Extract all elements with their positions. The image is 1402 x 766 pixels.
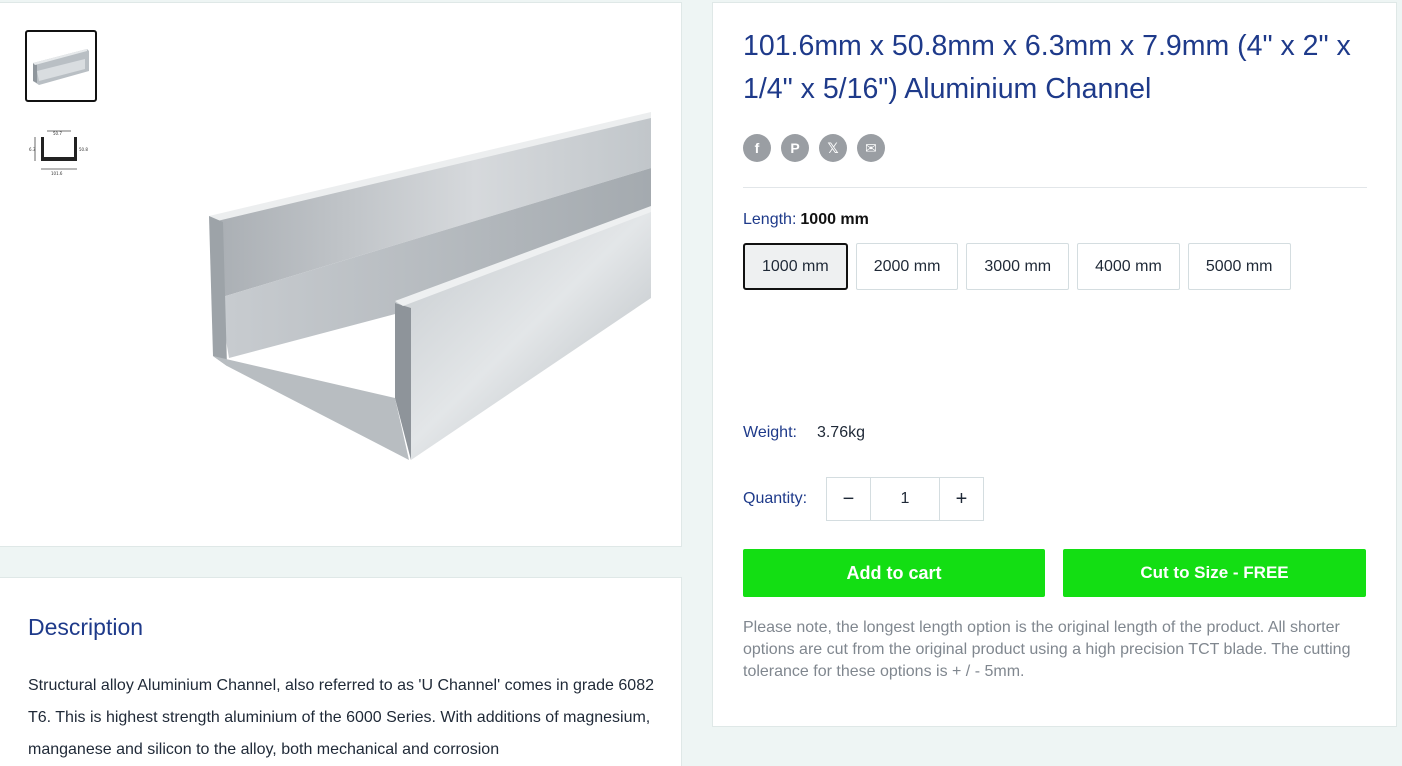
thumbnail-dimension-diagram[interactable]: 50.7 101.6 50.8 6.3: [25, 115, 97, 187]
channel-thumbnail-image: [33, 49, 89, 85]
quantity-label: Quantity:: [743, 490, 808, 507]
quantity-increase-button[interactable]: +: [940, 478, 983, 520]
diagram-label: 50.7: [53, 131, 62, 136]
twitter-x-icon[interactable]: 𝕏: [819, 134, 847, 162]
quantity-stepper: − +: [826, 477, 984, 521]
length-option-5000[interactable]: 5000 mm: [1187, 243, 1291, 290]
length-option-2000[interactable]: 2000 mm: [855, 243, 959, 290]
product-title: 101.6mm x 50.8mm x 6.3mm x 7.9mm (4" x 2…: [743, 30, 1351, 105]
quantity-input[interactable]: [870, 478, 940, 520]
add-to-cart-button[interactable]: Add to cart: [743, 549, 1045, 597]
length-label: Length:: [743, 211, 797, 228]
product-main-image[interactable]: [189, 98, 669, 478]
length-option-3000[interactable]: 3000 mm: [966, 243, 1070, 290]
weight-row: Weight: 3.76kg: [743, 424, 865, 442]
weight-label: Weight:: [743, 424, 797, 441]
quantity-decrease-button[interactable]: −: [827, 478, 870, 520]
description-section: Description Structural alloy Aluminium C…: [0, 577, 682, 766]
diagram-label: 6.3: [29, 147, 36, 152]
length-options: 1000 mm 2000 mm 3000 mm 4000 mm 5000 mm: [743, 243, 1291, 290]
description-title: Description: [28, 614, 144, 640]
length-option-1000[interactable]: 1000 mm: [743, 243, 848, 290]
share-buttons: f P 𝕏 ✉: [743, 134, 885, 162]
length-option-4000[interactable]: 4000 mm: [1077, 243, 1180, 290]
facebook-icon[interactable]: f: [743, 134, 771, 162]
diagram-label: 101.6: [51, 171, 63, 176]
weight-value: 3.76kg: [816, 424, 865, 441]
length-selected-value: 1000 mm: [800, 211, 869, 228]
diagram-label: 50.8: [79, 147, 88, 152]
email-icon[interactable]: ✉: [857, 134, 885, 162]
cutting-note: Please note, the longest length option i…: [743, 619, 1351, 680]
pinterest-icon[interactable]: P: [781, 134, 809, 162]
thumbnail-channel-photo[interactable]: [25, 30, 97, 102]
product-gallery: 50.7 101.6 50.8 6.3: [0, 2, 682, 547]
length-label-row: Length: 1000 mm: [743, 211, 869, 229]
dimension-diagram-image: 50.7 101.6 50.8 6.3: [29, 130, 88, 176]
product-info: 101.6mm x 50.8mm x 6.3mm x 7.9mm (4" x 2…: [712, 2, 1397, 727]
description-text: Structural alloy Aluminium Channel, also…: [28, 677, 654, 758]
cut-to-size-button[interactable]: Cut to Size - FREE: [1063, 549, 1366, 597]
divider: [743, 187, 1367, 188]
